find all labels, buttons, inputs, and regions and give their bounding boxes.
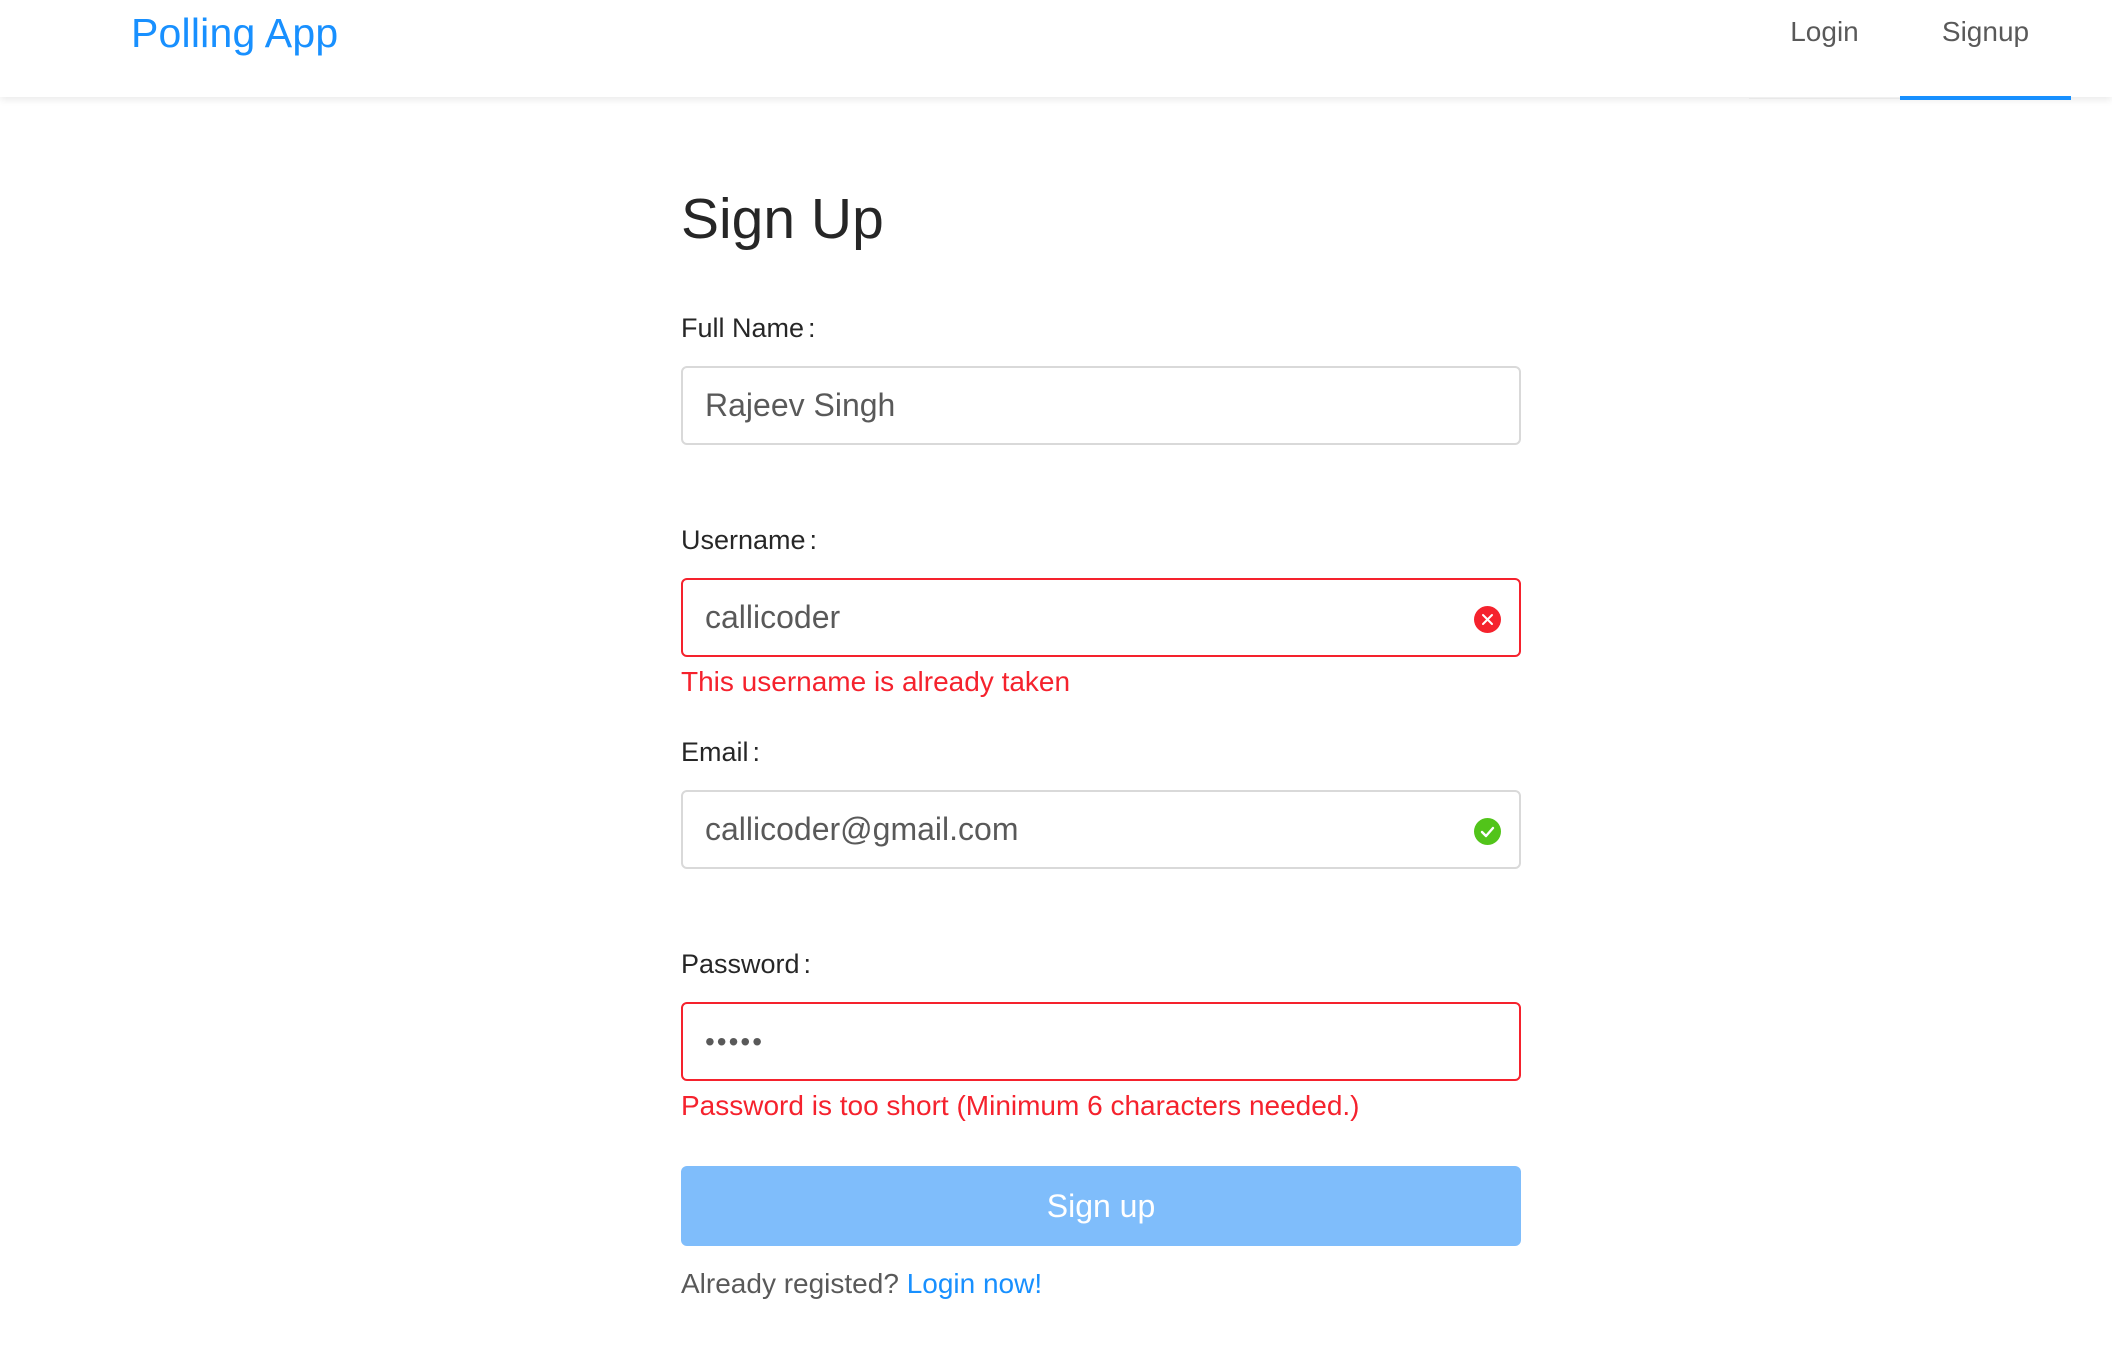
email-value: callicoder@gmail.com [705,811,1019,847]
password-value: ••••• [705,1025,765,1057]
login-prompt: Already registed? Login now! [681,1268,1042,1300]
email-label-text: Email [681,737,749,767]
password-error-message: Password is too short (Minimum 6 charact… [681,1090,1360,1121]
sign-up-button-label: Sign up [1046,1187,1156,1224]
username-label-text: Username [681,525,806,555]
username-input[interactable]: callicoder [681,578,1521,657]
nav-item-login[interactable]: Login [1749,0,1900,99]
nav-item-signup-label: Signup [1941,16,2030,47]
username-error-message: This username is already taken [681,666,1071,697]
full-name-label: Full Name: [681,313,816,344]
username-label: Username: [681,525,817,556]
sign-up-button[interactable]: Sign up [681,1166,1521,1246]
full-name-label-colon: : [808,313,816,343]
nav-menu: Login Signup [1749,0,2071,100]
username-value: callicoder [705,599,841,635]
email-label: Email: [681,737,760,768]
password-label-colon: : [803,949,812,979]
nav-item-signup[interactable]: Signup [1900,0,2071,100]
page-title: Sign Up [681,187,884,251]
check-circle-icon [1474,818,1501,845]
full-name-label-text: Full Name [681,313,805,343]
full-name-value: Rajeev Singh [705,387,896,423]
password-label: Password: [681,949,811,980]
login-prompt-text: Already registed? [681,1268,899,1299]
password-input[interactable]: ••••• [681,1002,1521,1081]
email-label-colon: : [752,737,761,767]
login-now-link[interactable]: Login now! [907,1268,1042,1299]
password-label-text: Password [681,949,800,979]
close-circle-icon [1474,606,1501,633]
username-label-colon: : [809,525,818,555]
full-name-input[interactable]: Rajeev Singh [681,366,1521,445]
app-logo[interactable]: Polling App [131,10,338,57]
email-input[interactable]: callicoder@gmail.com [681,790,1521,869]
nav-item-login-label: Login [1790,16,1859,47]
top-header: Polling App Login Signup [0,0,2112,100]
